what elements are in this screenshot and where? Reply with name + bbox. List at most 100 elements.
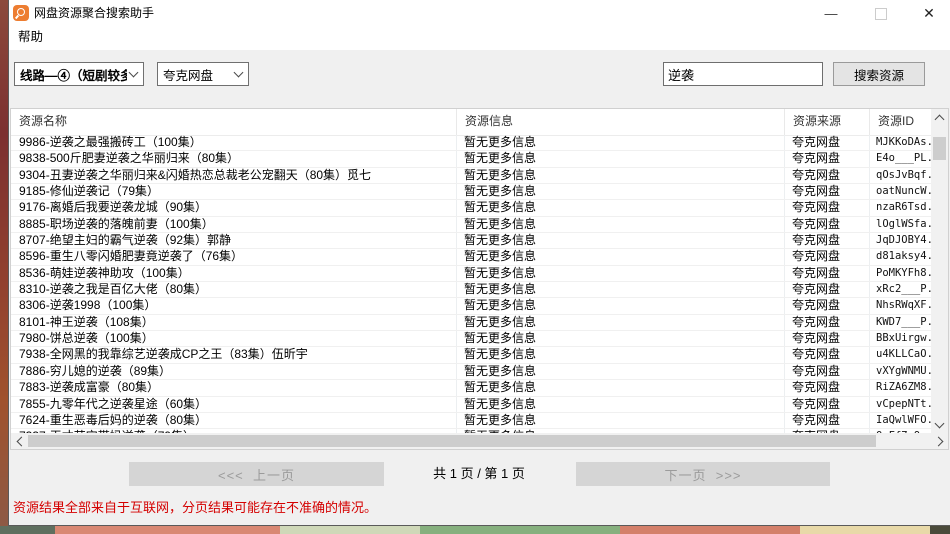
cell-resource-info: 暂无更多信息	[457, 347, 785, 362]
maximize-button[interactable]	[859, 0, 903, 27]
scroll-up-button[interactable]	[931, 109, 948, 126]
column-header-source[interactable]: 资源来源	[785, 109, 870, 135]
table-row[interactable]: 8306-逆袭1998（100集） 暂无更多信息 夸克网盘 NhsRWqXF..	[11, 298, 931, 314]
vertical-scrollbar[interactable]	[931, 109, 948, 433]
table-row[interactable]: 7980-饼总逆袭（100集） 暂无更多信息 夸克网盘 BBxUirgw..	[11, 331, 931, 347]
cell-resource-info: 暂无更多信息	[457, 168, 785, 183]
prev-page-label: <<< 上一页	[218, 465, 295, 484]
menu-item-help[interactable]: 帮助	[11, 26, 50, 49]
table-row[interactable]: 7938-全网黑的我靠综艺逆袭成CP之王（83集）伍昕宇 暂无更多信息 夸克网盘…	[11, 347, 931, 363]
cell-resource-info: 暂无更多信息	[457, 331, 785, 346]
cell-resource-info: 暂无更多信息	[457, 200, 785, 215]
table-body: 9986-逆袭之最强搬砖工（100集） 暂无更多信息 夸克网盘 MJKKoDAs…	[11, 135, 931, 433]
table-row[interactable]: 7886-穷儿媳的逆袭（89集） 暂无更多信息 夸克网盘 vXYgWNMU..	[11, 364, 931, 380]
scroll-right-button[interactable]	[931, 433, 948, 449]
minimize-icon: —	[825, 6, 838, 21]
close-button[interactable]: ✕	[907, 0, 950, 27]
table-row[interactable]: 7855-九零年代之逆袭星途（60集） 暂无更多信息 夸克网盘 vCpepNTt…	[11, 397, 931, 413]
cell-resource-name: 7938-全网黑的我靠综艺逆袭成CP之王（83集）伍昕宇	[11, 347, 457, 362]
table-row[interactable]: 9986-逆袭之最强搬砖工（100集） 暂无更多信息 夸克网盘 MJKKoDAs…	[11, 135, 931, 151]
cell-resource-name: 8310-逆袭之我是百亿大佬（80集）	[11, 282, 457, 297]
table-row[interactable]: 8707-绝望主妇的霸气逆袭（92集）郭静 暂无更多信息 夸克网盘 JqDJOB…	[11, 233, 931, 249]
table-row[interactable]: 9185-修仙逆袭记（79集） 暂无更多信息 夸克网盘 oatNuncW..	[11, 184, 931, 200]
search-button[interactable]: 搜索资源	[833, 62, 925, 86]
cell-resource-name: 8885-职场逆袭的落魄前妻（100集）	[11, 217, 457, 232]
cell-resource-source: 夸克网盘	[785, 380, 870, 395]
chevron-up-icon	[935, 115, 945, 125]
status-notice: 资源结果全部来自于互联网，分页结果可能存在不准确的情况。	[13, 497, 377, 516]
cell-resource-info: 暂无更多信息	[457, 397, 785, 412]
line-select-value: 线路—④（短剧较多	[15, 65, 127, 84]
desktop-wallpaper-left	[0, 0, 8, 534]
cell-resource-info: 暂无更多信息	[457, 249, 785, 264]
table-row[interactable]: 7624-重生恶毒后妈的逆袭（80集） 暂无更多信息 夸克网盘 IaQwlWFO…	[11, 413, 931, 429]
search-input[interactable]	[663, 62, 823, 86]
magnifier-handle	[15, 15, 19, 19]
search-icon	[13, 5, 29, 21]
cell-resource-source: 夸克网盘	[785, 347, 870, 362]
next-page-button[interactable]: 下一页 >>>	[576, 462, 830, 486]
cell-resource-source: 夸克网盘	[785, 184, 870, 199]
cell-resource-id: qOsJvBqf..	[870, 168, 931, 183]
cell-resource-source: 夸克网盘	[785, 249, 870, 264]
horizontal-scrollbar-thumb[interactable]	[28, 435, 876, 447]
app-window: 网盘资源聚合搜索助手 — ✕ 帮助 线路—④（短剧较多 夸克网盘 搜索资源	[8, 0, 950, 526]
horizontal-scrollbar[interactable]	[11, 433, 948, 449]
cell-resource-id: MJKKoDAs..	[870, 135, 931, 150]
cell-resource-info: 暂无更多信息	[457, 380, 785, 395]
cell-resource-source: 夸克网盘	[785, 298, 870, 313]
column-header-id[interactable]: 资源ID	[870, 109, 931, 135]
table-row[interactable]: 8536-萌娃逆袭神助攻（100集） 暂无更多信息 夸克网盘 PoMKYFh8.…	[11, 266, 931, 282]
prev-page-button[interactable]: <<< 上一页	[129, 462, 384, 486]
cell-resource-id: oatNuncW..	[870, 184, 931, 199]
cell-resource-name: 9185-修仙逆袭记（79集）	[11, 184, 457, 199]
table-row[interactable]: 8310-逆袭之我是百亿大佬（80集） 暂无更多信息 夸克网盘 xRc2___P…	[11, 282, 931, 298]
scroll-down-button[interactable]	[931, 416, 948, 433]
cell-resource-name: 7980-饼总逆袭（100集）	[11, 331, 457, 346]
cell-resource-source: 夸克网盘	[785, 200, 870, 215]
cell-resource-name: 8596-重生八零闪婚肥妻竟逆袭了（76集）	[11, 249, 457, 264]
table-row[interactable]: 8101-神王逆袭（108集） 暂无更多信息 夸克网盘 KWD7___P..	[11, 315, 931, 331]
chevron-down-icon	[935, 418, 945, 428]
cell-resource-source: 夸克网盘	[785, 364, 870, 379]
cell-resource-source: 夸克网盘	[785, 282, 870, 297]
cell-resource-info: 暂无更多信息	[457, 233, 785, 248]
cell-resource-id: E4o___PL..	[870, 151, 931, 166]
vertical-scrollbar-thumb[interactable]	[933, 137, 946, 160]
cell-resource-source: 夸克网盘	[785, 168, 870, 183]
column-header-name[interactable]: 资源名称	[11, 109, 457, 135]
scroll-left-button[interactable]	[11, 433, 28, 449]
line-select-dropdown[interactable]: 线路—④（短剧较多	[14, 62, 144, 86]
menu-bar: 帮助	[9, 26, 950, 50]
cell-resource-source: 夸克网盘	[785, 151, 870, 166]
cell-resource-info: 暂无更多信息	[457, 217, 785, 232]
cell-resource-name: 9838-500斤肥妻逆袭之华丽归来（80集）	[11, 151, 457, 166]
cell-resource-name: 8536-萌娃逆袭神助攻（100集）	[11, 266, 457, 281]
cell-resource-id: IaQwlWFO..	[870, 413, 931, 428]
cell-resource-source: 夸克网盘	[785, 233, 870, 248]
cell-resource-name: 7624-重生恶毒后妈的逆袭（80集）	[11, 413, 457, 428]
pan-select-dropdown[interactable]: 夸克网盘	[157, 62, 249, 86]
minimize-button[interactable]: —	[809, 0, 853, 27]
table-row[interactable]: 8885-职场逆袭的落魄前妻（100集） 暂无更多信息 夸克网盘 lOglWSf…	[11, 217, 931, 233]
cell-resource-id: PoMKYFh8..	[870, 266, 931, 281]
table-row[interactable]: 9838-500斤肥妻逆袭之华丽归来（80集） 暂无更多信息 夸克网盘 E4o_…	[11, 151, 931, 167]
cell-resource-id: KWD7___P..	[870, 315, 931, 330]
desktop-wallpaper-bottom	[0, 526, 950, 534]
cell-resource-info: 暂无更多信息	[457, 364, 785, 379]
page-info: 共 1 页 / 第 1 页	[404, 462, 554, 486]
cell-resource-info: 暂无更多信息	[457, 298, 785, 313]
cell-resource-id: NhsRWqXF..	[870, 298, 931, 313]
table-row[interactable]: 8596-重生八零闪婚肥妻竟逆袭了（76集） 暂无更多信息 夸克网盘 d81ak…	[11, 249, 931, 265]
cell-resource-id: lOglWSfa..	[870, 217, 931, 232]
table-row[interactable]: 9304-丑妻逆袭之华丽归来&闪婚热恋总裁老公宠翻天（80集）觅七 暂无更多信息…	[11, 168, 931, 184]
title-bar[interactable]: 网盘资源聚合搜索助手 — ✕	[9, 0, 950, 26]
cell-resource-info: 暂无更多信息	[457, 413, 785, 428]
table-row[interactable]: 7883-逆袭成富豪（80集） 暂无更多信息 夸克网盘 RiZA6ZM8..	[11, 380, 931, 396]
cell-resource-id: JqDJOBY4..	[870, 233, 931, 248]
chevron-left-icon	[16, 436, 26, 446]
cell-resource-info: 暂无更多信息	[457, 266, 785, 281]
table-row[interactable]: 9176-离婚后我要逆袭龙城（90集） 暂无更多信息 夸克网盘 nzaR6Tsd…	[11, 200, 931, 216]
column-header-info[interactable]: 资源信息	[457, 109, 785, 135]
cell-resource-source: 夸克网盘	[785, 135, 870, 150]
